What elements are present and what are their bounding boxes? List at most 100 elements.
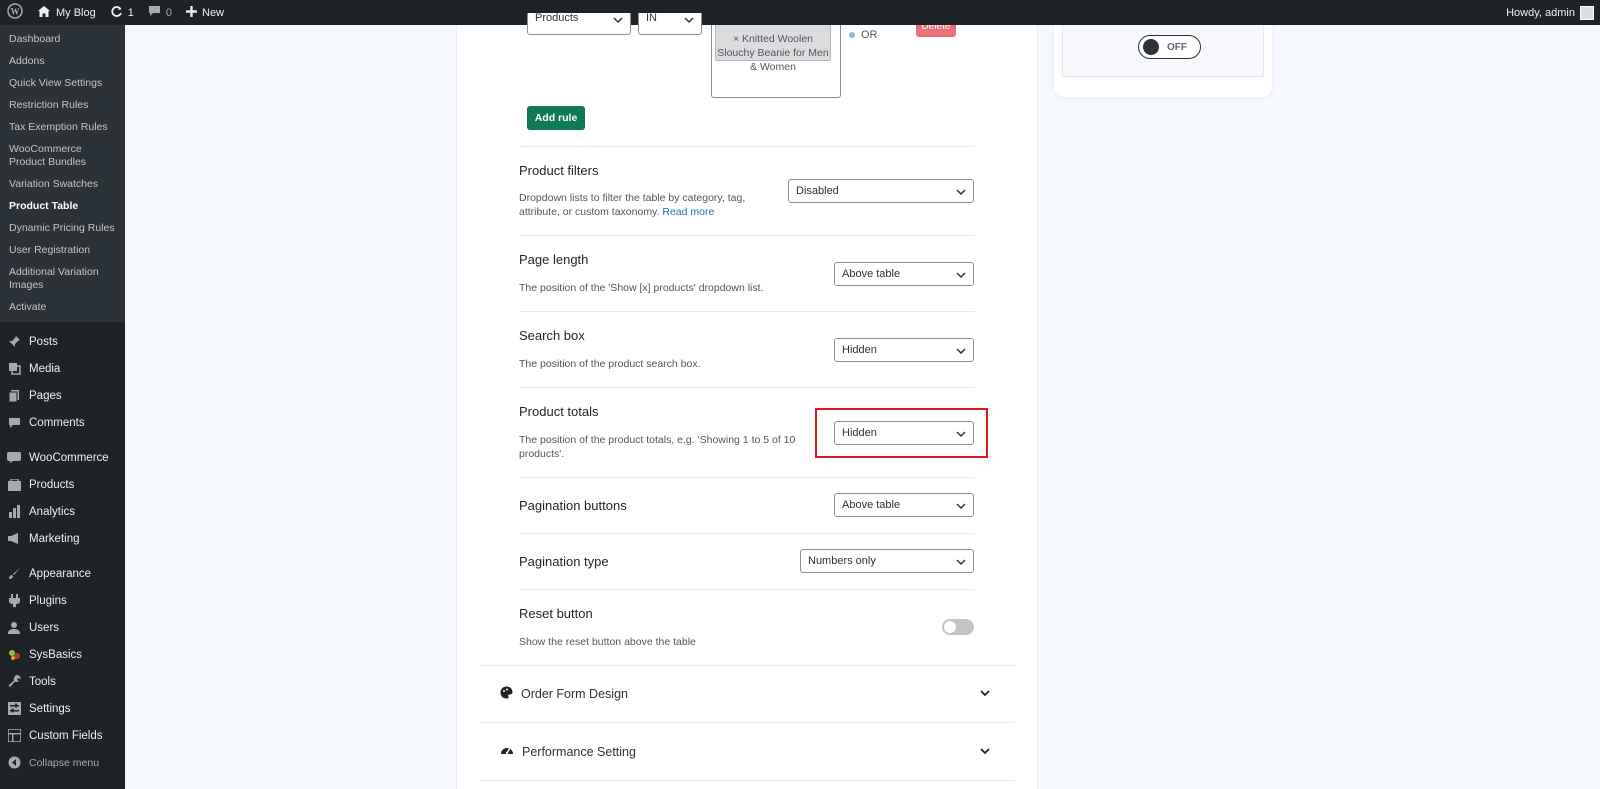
menu-item-posts[interactable]: Posts — [0, 328, 125, 355]
or-option[interactable]: OR — [849, 29, 878, 41]
pagination-buttons-select[interactable]: Above table — [834, 493, 974, 517]
wrench-icon — [7, 675, 21, 689]
reset-button-toggle[interactable] — [942, 619, 974, 635]
collapse-menu-button[interactable]: Collapse menu — [0, 749, 125, 776]
search-box-title: Search box — [519, 328, 585, 343]
product-filters-desc: Dropdown lists to filter the table by ca… — [519, 191, 759, 219]
pagination-buttons-value: Above table — [842, 499, 901, 511]
page-length-value: Above table — [842, 268, 901, 280]
product-totals-desc: The position of the product totals, e.g.… — [519, 434, 796, 460]
read-more-link[interactable]: Read more — [662, 206, 714, 218]
menu-label: Analytics — [29, 505, 76, 518]
divider — [519, 146, 975, 147]
menu-item-sysbasics[interactable]: SysBasics — [0, 641, 125, 668]
chevron-down-icon — [613, 17, 623, 24]
submenu-item-additional-variation-images[interactable]: Additional Variation Images — [0, 262, 125, 297]
submenu-item-product-bundles[interactable]: WooCommerce Product Bundles — [0, 139, 125, 174]
submenu-item-addons[interactable]: Addons — [0, 51, 125, 73]
menu-item-woocommerce[interactable]: WooCommerce — [0, 444, 125, 471]
my-account-link[interactable]: Howdy, admin — [1506, 5, 1600, 20]
page-length-desc: The position of the 'Show [x] products' … — [519, 282, 764, 294]
menu-label: Appearance — [29, 567, 92, 580]
submenu-item-tax-exemption-rules[interactable]: Tax Exemption Rules — [0, 117, 125, 139]
pagination-type-value: Numbers only — [808, 555, 876, 567]
collapse-label: Collapse menu — [29, 756, 100, 769]
delete-rule-button[interactable]: Delete — [916, 25, 956, 37]
menu-label: Tools — [29, 675, 56, 688]
search-box-desc: The position of the product search box. — [519, 358, 701, 370]
menu-label: WooCommerce — [29, 451, 109, 464]
highlight-box — [815, 408, 988, 458]
avatar — [1580, 5, 1594, 20]
menu-label: SysBasics — [29, 648, 83, 661]
analytics-icon — [7, 505, 21, 519]
accordion-title: Order Form Design — [521, 687, 628, 701]
menu-item-analytics[interactable]: Analytics — [0, 498, 125, 525]
pagination-type-title: Pagination type — [519, 554, 609, 569]
menu-item-pages[interactable]: Pages — [0, 382, 125, 409]
comments-icon — [7, 416, 21, 430]
howdy-text: Howdy, admin — [1506, 6, 1575, 19]
toggle-knob — [1143, 39, 1159, 55]
chevron-down-icon — [684, 17, 694, 24]
chevron-down-icon[interactable] — [978, 686, 992, 700]
menu-item-tools[interactable]: Tools — [0, 668, 125, 695]
submenu-item-product-table[interactable]: Product Table — [0, 196, 125, 218]
submenu-item-quick-view-settings[interactable]: Quick View Settings — [0, 73, 125, 95]
dashboard-icon — [500, 744, 514, 760]
menu-label: Settings — [29, 702, 71, 715]
site-name-link[interactable]: My Blog — [30, 0, 103, 25]
accordion-performance-setting[interactable]: Performance Setting — [500, 744, 636, 760]
menu-item-products[interactable]: Products — [0, 471, 125, 498]
rule-field-select[interactable]: Products — [527, 12, 631, 35]
page-length-select[interactable]: Above table — [834, 262, 974, 286]
submenu-item-user-registration[interactable]: User Registration — [0, 240, 125, 262]
chevron-down-icon[interactable] — [978, 744, 992, 758]
product-filters-value: Disabled — [796, 185, 839, 197]
divider — [519, 477, 975, 478]
new-content-link[interactable]: New — [179, 0, 231, 25]
menu-item-comments[interactable]: Comments — [0, 409, 125, 436]
products-icon — [7, 478, 21, 492]
submenu-item-restriction-rules[interactable]: Restriction Rules — [0, 95, 125, 117]
reset-button-desc: Show the reset button above the table — [519, 636, 696, 648]
pin-icon — [7, 335, 21, 349]
plugin-icon — [7, 594, 21, 608]
product-filters-select[interactable]: Disabled — [788, 179, 974, 203]
menu-item-custom-fields[interactable]: Custom Fields — [0, 722, 125, 749]
admin-bar: W My Blog 1 0 New Howdy, admin — [0, 0, 1600, 25]
menu-item-marketing[interactable]: Marketing — [0, 525, 125, 552]
pagination-type-select[interactable]: Numbers only — [800, 549, 974, 573]
menu-item-appearance[interactable]: Appearance — [0, 560, 125, 587]
accordion-order-form-design[interactable]: Order Form Design — [500, 686, 628, 702]
feature-toggle[interactable]: OFF — [1138, 35, 1201, 59]
menu-item-plugins[interactable]: Plugins — [0, 587, 125, 614]
submenu-item-activate[interactable]: Activate — [0, 297, 125, 319]
submenu-item-dynamic-pricing-rules[interactable]: Dynamic Pricing Rules — [0, 218, 125, 240]
add-rule-button[interactable]: Add rule — [527, 106, 585, 130]
menu-item-users[interactable]: Users — [0, 614, 125, 641]
search-box-select[interactable]: Hidden — [834, 338, 974, 362]
toggle-state-label: OFF — [1167, 41, 1187, 53]
wordpress-icon: W — [7, 3, 23, 22]
menu-label: Custom Fields — [29, 729, 103, 742]
side-card: OFF — [1054, 25, 1272, 97]
submenu-item-variation-swatches[interactable]: Variation Swatches — [0, 174, 125, 196]
comments-link[interactable]: 0 — [141, 0, 179, 25]
search-box-value: Hidden — [842, 344, 877, 356]
menu-label: Posts — [29, 335, 58, 348]
updates-link[interactable]: 1 — [103, 0, 141, 25]
selected-product-chip[interactable]: × Knitted Woolen Slouchy Beanie for Men … — [715, 25, 831, 73]
updates-icon — [110, 5, 123, 21]
menu-label: Marketing — [29, 532, 80, 545]
divider — [479, 722, 1015, 723]
divider — [519, 387, 975, 388]
new-label: New — [202, 6, 225, 19]
radio-dot-icon — [849, 32, 855, 38]
menu-item-media[interactable]: Media — [0, 355, 125, 382]
wordpress-logo-button[interactable]: W — [0, 0, 30, 25]
submenu-item-dashboard[interactable]: Dashboard — [0, 29, 125, 51]
rule-operator-select[interactable]: IN — [638, 12, 702, 35]
menu-item-settings[interactable]: Settings — [0, 695, 125, 722]
sysbasics-icon — [7, 648, 21, 662]
